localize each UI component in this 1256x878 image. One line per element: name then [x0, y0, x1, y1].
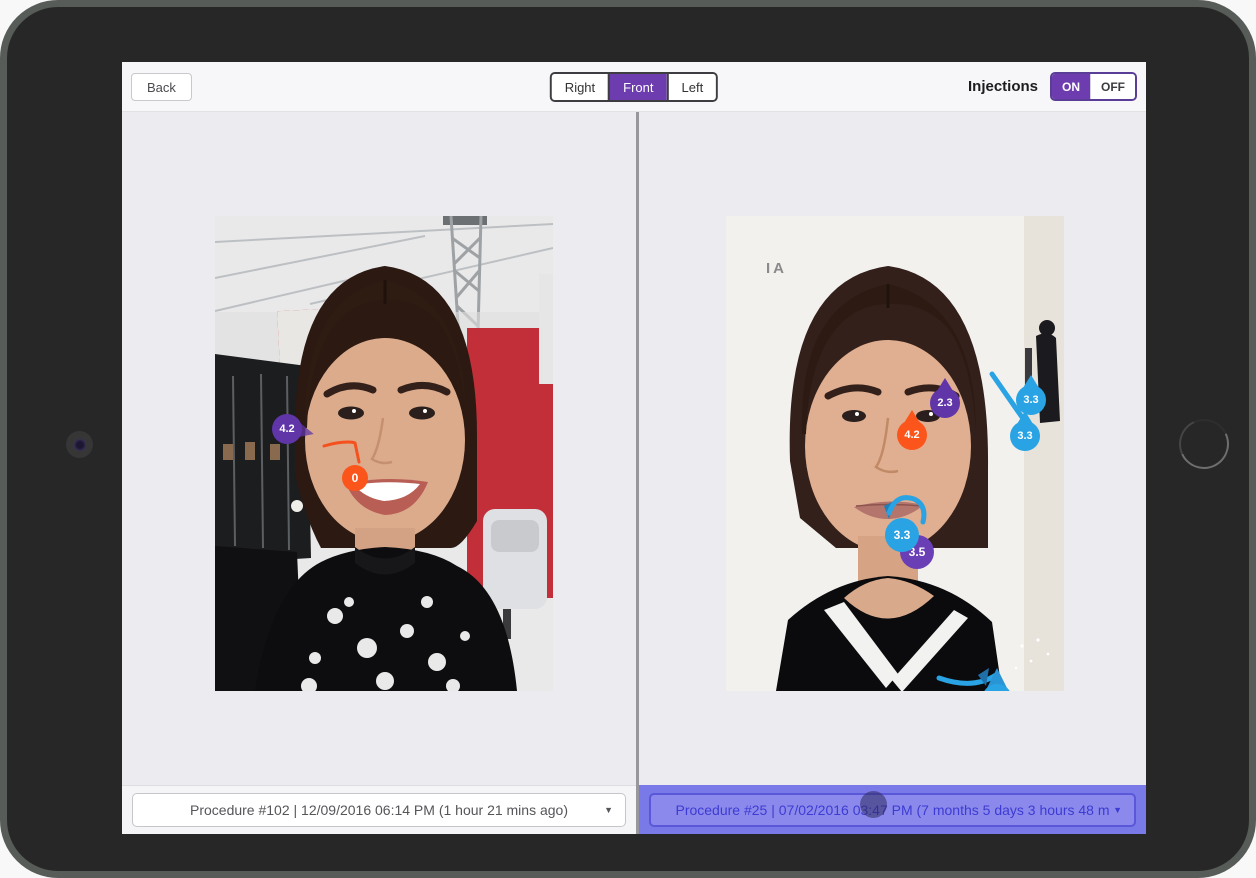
tab-left-view[interactable]: Left: [667, 74, 717, 100]
photo-scene-left: PROFESSIONAL WAX KITS: [215, 216, 553, 691]
patient-photo-right[interactable]: IA: [726, 216, 1064, 691]
right-procedure-dropdown-value: Procedure #25 | 07/02/2016 03:47 PM (7 m…: [675, 802, 1109, 818]
tablet-bezel: Back Right Front Left Injections ON OFF: [0, 0, 1256, 878]
injections-label: Injections: [968, 78, 1038, 95]
patient-photo-left[interactable]: PROFESSIONAL WAX KITS: [215, 216, 553, 691]
injection-marker[interactable]: 2.3: [930, 388, 960, 418]
tab-front-view[interactable]: Front: [608, 74, 666, 100]
left-procedure-dropdown[interactable]: Procedure #102 | 12/09/2016 06:14 PM (1 …: [132, 793, 626, 827]
front-camera: [66, 431, 93, 458]
injections-on-button[interactable]: ON: [1052, 74, 1090, 99]
app-screen: Back Right Front Left Injections ON OFF: [122, 62, 1146, 834]
dropdown-caret-icon: ▼: [1113, 805, 1122, 815]
left-procedure-panel: PROFESSIONAL WAX KITS: [122, 112, 636, 834]
left-procedure-bar: Procedure #102 | 12/09/2016 06:14 PM (1 …: [122, 785, 636, 834]
camera-lens-icon: [74, 439, 86, 451]
back-button[interactable]: Back: [131, 73, 192, 101]
right-procedure-bar: Procedure #25 | 07/02/2016 03:47 PM (7 m…: [639, 785, 1146, 834]
touch-indicator: [860, 791, 887, 818]
injection-marker[interactable]: 4.2: [272, 414, 302, 444]
left-procedure-dropdown-value: Procedure #102 | 12/09/2016 06:14 PM (1 …: [190, 802, 568, 818]
view-angle-segmented-control: Right Front Left: [550, 72, 718, 102]
home-button-ring: [1172, 412, 1236, 476]
injections-on-off-toggle: ON OFF: [1050, 72, 1137, 101]
injections-off-button[interactable]: OFF: [1090, 74, 1135, 99]
injection-marker[interactable]: 0: [342, 465, 368, 491]
screenshot-stage: Back Right Front Left Injections ON OFF: [0, 0, 1256, 878]
injection-marker[interactable]: 4.2: [897, 420, 927, 450]
tab-right-view[interactable]: Right: [552, 74, 608, 100]
top-toolbar: Back Right Front Left Injections ON OFF: [122, 62, 1146, 112]
photo-scene-right: IA: [726, 216, 1064, 691]
right-procedure-panel: IA: [639, 112, 1146, 834]
right-procedure-dropdown[interactable]: Procedure #25 | 07/02/2016 03:47 PM (7 m…: [649, 793, 1136, 827]
dropdown-caret-icon: ▼: [604, 805, 613, 815]
booth-sign-text: IA: [766, 260, 787, 277]
injection-marker[interactable]: 3.3: [885, 518, 919, 552]
comparison-panels: PROFESSIONAL WAX KITS: [122, 112, 1146, 834]
injection-marker[interactable]: 3.3: [1010, 421, 1040, 451]
injections-toggle-group: Injections ON OFF: [968, 72, 1137, 101]
